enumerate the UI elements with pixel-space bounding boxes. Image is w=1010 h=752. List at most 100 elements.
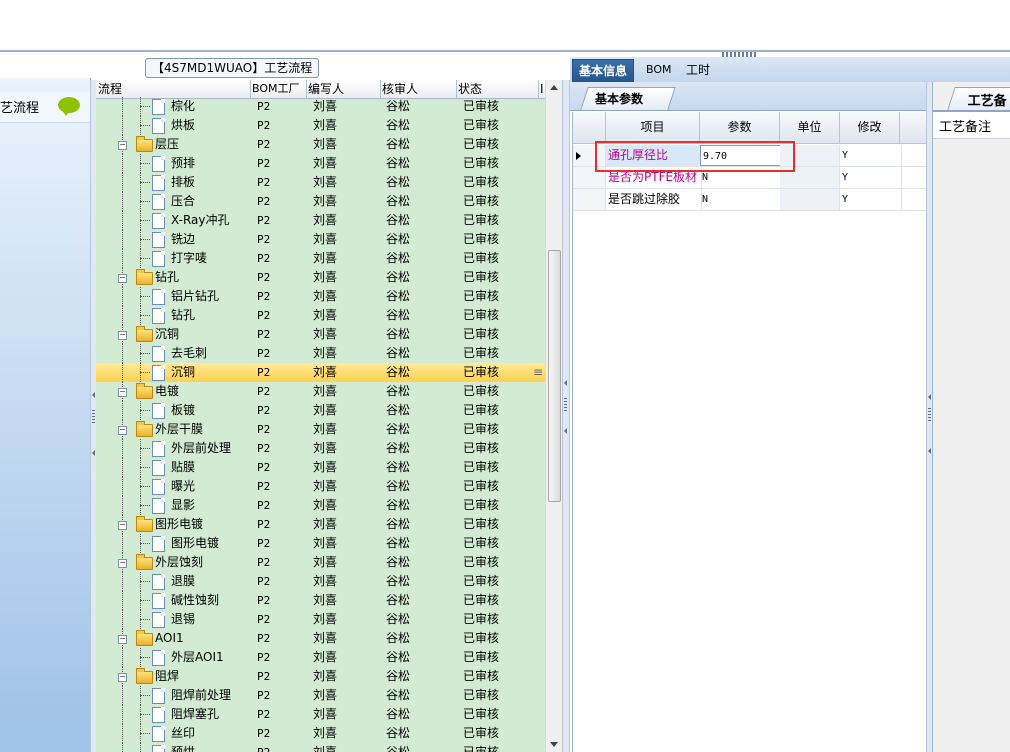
reviewer-cell: 谷松 bbox=[386, 574, 411, 588]
tree-row[interactable]: 阻焊前处理 P2 刘喜 谷松 已审核 bbox=[96, 686, 545, 705]
tree-row[interactable]: − 外层蚀刻 P2 刘喜 谷松 已审核 bbox=[96, 553, 545, 572]
tab-basic-info[interactable]: 基本信息 bbox=[572, 59, 635, 83]
col-header-extra[interactable]: I bbox=[538, 80, 545, 98]
collapse-node-icon[interactable]: − bbox=[118, 331, 127, 340]
tab-process-remark[interactable]: 工艺备 bbox=[947, 87, 1010, 110]
document-icon bbox=[152, 346, 165, 362]
folder-icon bbox=[136, 630, 153, 646]
scroll-down-icon[interactable] bbox=[550, 742, 558, 747]
row-indicator[interactable] bbox=[573, 189, 606, 210]
tree-row[interactable]: 钻孔 P2 刘喜 谷松 已审核 bbox=[96, 306, 545, 325]
document-icon bbox=[152, 612, 165, 628]
tree-row[interactable]: 沉铜 P2 刘喜 谷松 已审核 ≡ bbox=[96, 363, 545, 382]
collapse-left-icon[interactable] bbox=[92, 392, 95, 398]
tree-row[interactable]: 压合 P2 刘喜 谷松 已审核 bbox=[96, 192, 545, 211]
tree-row[interactable]: 铣边 P2 刘喜 谷松 已审核 bbox=[96, 230, 545, 249]
tree-row[interactable]: 排板 P2 刘喜 谷松 已审核 bbox=[96, 173, 545, 192]
param-modify-cell[interactable]: Y bbox=[840, 145, 902, 166]
param-modify-cell[interactable]: Y bbox=[840, 189, 902, 210]
tree-line bbox=[122, 458, 123, 477]
tree-vertical-scrollbar[interactable] bbox=[545, 80, 562, 752]
tree-row[interactable]: 退膜 P2 刘喜 谷松 已审核 bbox=[96, 572, 545, 591]
tree-branch-line bbox=[140, 239, 150, 240]
tree-row[interactable]: − 外层干膜 P2 刘喜 谷松 已审核 bbox=[96, 420, 545, 439]
collapse-node-icon[interactable]: − bbox=[118, 426, 127, 435]
tree-row[interactable]: 铝片钻孔 P2 刘喜 谷松 已审核 bbox=[96, 287, 545, 306]
tree-row[interactable]: − 电镀 P2 刘喜 谷松 已审核 bbox=[96, 382, 545, 401]
tree-row[interactable]: − 层压 P2 刘喜 谷松 已审核 bbox=[96, 135, 545, 154]
tree-row[interactable]: 棕化 P2 刘喜 谷松 已审核 bbox=[96, 97, 545, 116]
grid-col-unit[interactable]: 单位 bbox=[780, 112, 840, 144]
writer-cell: 刘喜 bbox=[313, 441, 338, 455]
tree-row[interactable]: 外层AOI1 P2 刘喜 谷松 已审核 bbox=[96, 648, 545, 667]
tree-row[interactable]: 碱性蚀刻 P2 刘喜 谷松 已审核 bbox=[96, 591, 545, 610]
chat-bubble-icon[interactable] bbox=[58, 97, 80, 116]
writer-cell: 刘喜 bbox=[313, 650, 338, 664]
collapse-node-icon[interactable]: − bbox=[118, 559, 127, 568]
tree-row[interactable]: 预排 P2 刘喜 谷松 已审核 bbox=[96, 154, 545, 173]
document-icon bbox=[152, 156, 165, 172]
writer-cell: 刘喜 bbox=[313, 517, 338, 531]
col-header-reviewer[interactable]: 核审人 bbox=[380, 80, 457, 98]
col-header-writer[interactable]: 编写人 bbox=[306, 80, 381, 98]
tree-branch-line bbox=[140, 448, 150, 449]
param-value-cell[interactable]: N bbox=[700, 189, 782, 210]
tab-bom[interactable]: BOM bbox=[640, 59, 678, 81]
bom-cell: P2 bbox=[257, 347, 271, 360]
tree-row[interactable]: 阻焊塞孔 P2 刘喜 谷松 已审核 bbox=[96, 705, 545, 724]
tree-row[interactable]: − 沉铜 P2 刘喜 谷松 已审核 bbox=[96, 325, 545, 344]
tree-row[interactable]: 去毛刺 P2 刘喜 谷松 已审核 bbox=[96, 344, 545, 363]
tree-row[interactable]: − 图形电镀 P2 刘喜 谷松 已审核 bbox=[96, 515, 545, 534]
collapse-left-icon-2[interactable] bbox=[92, 450, 95, 456]
param-unit-cell[interactable] bbox=[780, 189, 840, 210]
grid-col-modify[interactable]: 修改 bbox=[840, 112, 900, 144]
bom-cell: P2 bbox=[257, 309, 271, 322]
tree-row[interactable]: 显影 P2 刘喜 谷松 已审核 bbox=[96, 496, 545, 515]
tree-row[interactable]: 预烘 P2 刘喜 谷松 已审核 bbox=[96, 743, 545, 752]
reviewer-cell: 谷松 bbox=[386, 175, 411, 189]
param-modify-cell[interactable]: Y bbox=[840, 167, 902, 188]
tree-row[interactable]: 打字唛 P2 刘喜 谷松 已审核 bbox=[96, 249, 545, 268]
collapse-middle-icon-2[interactable] bbox=[564, 428, 567, 434]
col-header-flow[interactable]: 流程 bbox=[96, 80, 251, 98]
tree-leaf-label: 图形电镀 bbox=[171, 536, 220, 550]
tree-row[interactable]: 贴膜 P2 刘喜 谷松 已审核 bbox=[96, 458, 545, 477]
tree-leaf-label: 铝片钻孔 bbox=[171, 289, 220, 303]
grid-col-param[interactable]: 参数 bbox=[700, 112, 780, 144]
tree-row[interactable]: 图形电镀 P2 刘喜 谷松 已审核 bbox=[96, 534, 545, 553]
param-row[interactable]: 是否跳过除胶 N Y bbox=[573, 189, 928, 211]
collapse-node-icon[interactable]: − bbox=[118, 673, 127, 682]
collapse-right-icon-2[interactable] bbox=[928, 448, 931, 454]
tree-row[interactable]: − 阻焊 P2 刘喜 谷松 已审核 bbox=[96, 667, 545, 686]
left-panel-header[interactable]: 艺流程 bbox=[0, 92, 90, 123]
collapse-node-icon[interactable]: − bbox=[118, 274, 127, 283]
bom-cell: P2 bbox=[257, 499, 271, 512]
collapse-right-icon[interactable] bbox=[928, 394, 931, 400]
collapse-middle-icon[interactable] bbox=[564, 380, 567, 386]
tree-row[interactable]: 板镀 P2 刘喜 谷松 已审核 bbox=[96, 401, 545, 420]
window-top-border bbox=[0, 50, 1010, 52]
scroll-up-icon[interactable] bbox=[550, 85, 558, 90]
grid-col-item[interactable]: 项目 bbox=[606, 112, 700, 144]
tree-row[interactable]: − AOI1 P2 刘喜 谷松 已审核 bbox=[96, 629, 545, 648]
collapse-node-icon[interactable]: − bbox=[118, 141, 127, 150]
tree-row[interactable]: 外层前处理 P2 刘喜 谷松 已审核 bbox=[96, 439, 545, 458]
tree-row[interactable]: 丝印 P2 刘喜 谷松 已审核 bbox=[96, 724, 545, 743]
col-header-status[interactable]: 状态 bbox=[456, 80, 539, 98]
collapse-node-icon[interactable]: − bbox=[118, 521, 127, 530]
tree-row[interactable]: 烘板 P2 刘喜 谷松 已审核 bbox=[96, 116, 545, 135]
tree-row[interactable]: X-Ray冲孔 P2 刘喜 谷松 已审核 bbox=[96, 211, 545, 230]
tab-work-hours[interactable]: 工时 bbox=[680, 59, 716, 81]
col-header-bom[interactable]: BOM工厂 bbox=[250, 80, 307, 98]
tree-row[interactable]: − 钻孔 P2 刘喜 谷松 已审核 bbox=[96, 268, 545, 287]
collapse-node-icon[interactable]: − bbox=[118, 635, 127, 644]
tree-node-label: 电镀 bbox=[155, 384, 180, 398]
bom-cell: P2 bbox=[257, 290, 271, 303]
scroll-thumb[interactable] bbox=[548, 250, 561, 502]
tree-row[interactable]: 曝光 P2 刘喜 谷松 已审核 bbox=[96, 477, 545, 496]
middle-splitter[interactable] bbox=[562, 80, 570, 752]
highlight-box bbox=[595, 141, 795, 172]
collapse-node-icon[interactable]: − bbox=[118, 388, 127, 397]
tree-row[interactable]: 退锡 P2 刘喜 谷松 已审核 bbox=[96, 610, 545, 629]
tab-basic-params[interactable]: 基本参数 bbox=[580, 87, 676, 110]
